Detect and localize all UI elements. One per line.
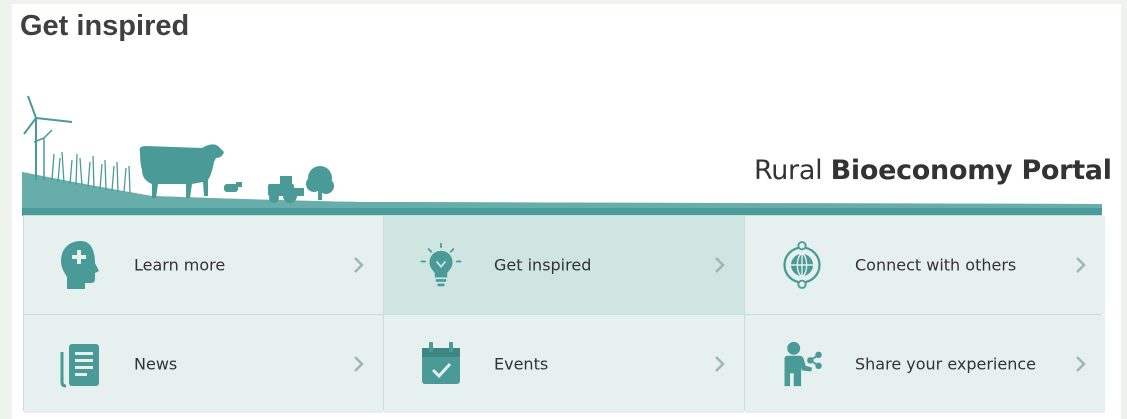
calendar-check-icon — [418, 338, 464, 390]
tile-label: Get inspired — [494, 255, 592, 275]
head-plus-icon — [58, 239, 104, 291]
chevron-right-icon — [354, 257, 364, 273]
portal-title-light: Rural — [754, 155, 831, 186]
tile-label: News — [134, 354, 178, 374]
chevron-right-icon — [715, 257, 725, 273]
lightbulb-icon — [418, 239, 464, 291]
landscape-illustration — [22, 95, 1102, 216]
tile-label: Events — [494, 354, 549, 374]
chevron-right-icon — [1076, 257, 1086, 273]
page-title: Get inspired — [20, 10, 190, 42]
chevron-right-icon — [1076, 356, 1086, 372]
frame-right — [1121, 0, 1127, 419]
tile-get-inspired[interactable]: Get inspired — [384, 216, 744, 314]
tile-news[interactable]: News — [24, 315, 383, 413]
tile-learn-more[interactable]: Learn more — [24, 216, 383, 314]
tile-label: Learn more — [134, 255, 226, 275]
portal-title-bold: Bioeconomy Portal — [830, 155, 1112, 186]
tile-label: Connect with others — [855, 255, 1017, 275]
tile-connect-with-others[interactable]: Connect with others — [745, 216, 1105, 314]
portal-title: Rural Bioeconomy Portal — [754, 155, 1112, 186]
tile-share-your-experience[interactable]: Share your experience — [745, 315, 1105, 413]
banner-illustration — [22, 88, 1102, 216]
person-share-icon — [779, 338, 825, 390]
frame-left — [0, 0, 12, 419]
tile-events[interactable]: Events — [384, 315, 744, 413]
newspaper-icon — [58, 338, 104, 390]
chevron-right-icon — [715, 356, 725, 372]
tile-label: Share your experience — [855, 354, 1036, 374]
frame-top — [0, 0, 1127, 4]
chevron-right-icon — [354, 356, 364, 372]
globe-network-icon — [779, 239, 825, 291]
navigation-tiles: Learn more Get inspired Connect with oth… — [23, 215, 1105, 413]
